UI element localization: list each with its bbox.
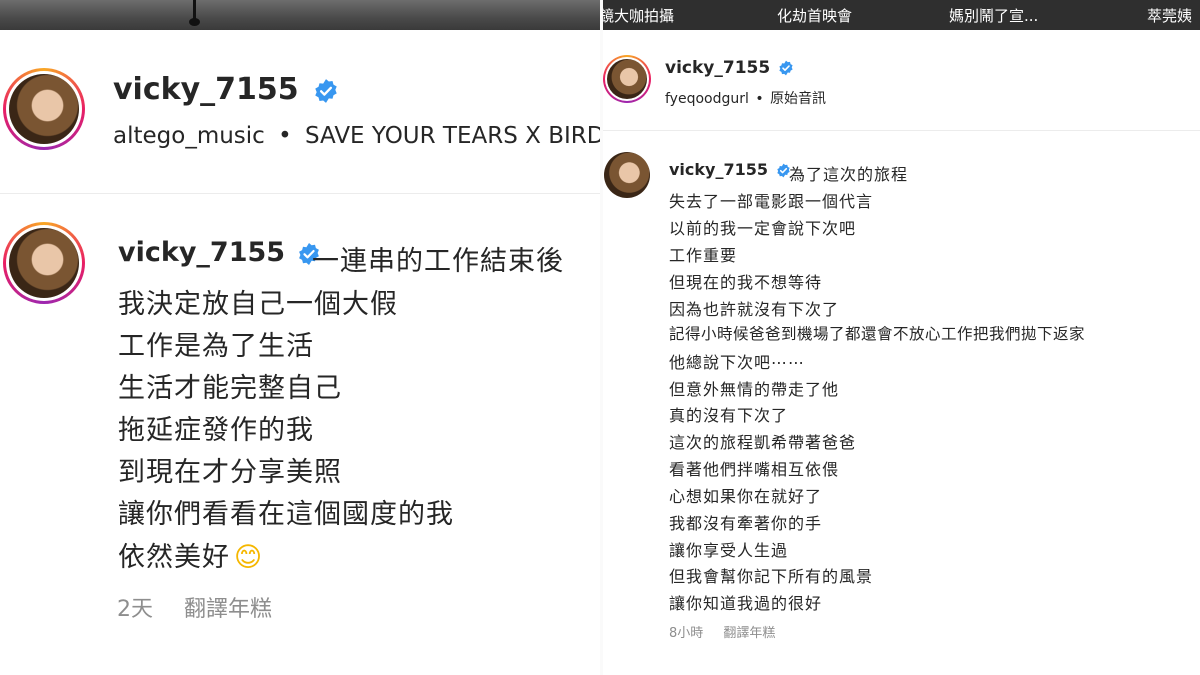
- strip-item[interactable]: 萃莞姨: [1147, 5, 1192, 26]
- left-post-panel: vicky_7155 altego_music • SAVE YOUR TEAR…: [0, 0, 600, 675]
- post-time: 8小時: [669, 626, 704, 641]
- post-author-username[interactable]: vicky_7155: [665, 58, 770, 78]
- caption-line: 生活才能完整自己: [118, 373, 342, 404]
- caption-line-last: 依然美好 😊: [118, 535, 263, 574]
- top-story-strip: 鏡大咖拍攝 化劫首映會 媽別鬧了宣... 萃莞姨: [603, 0, 1200, 30]
- avatar[interactable]: [603, 55, 651, 103]
- caption-line: 我決定放自己一個大假: [118, 289, 398, 320]
- audio-title[interactable]: SAVE YOUR TEARS X BIRD: [305, 123, 600, 149]
- separator-dot: •: [278, 123, 292, 149]
- strip-item[interactable]: 化劫首映會: [777, 5, 852, 26]
- caption-line: 因為也許就沒有下次了: [669, 300, 840, 319]
- caption-line: 看著他們拌嘴相互依偎: [669, 460, 840, 479]
- caption-line: 到現在才分享美照: [118, 457, 342, 488]
- translate-link[interactable]: 翻譯年糕: [723, 626, 775, 641]
- audio-source[interactable]: altego_music: [113, 123, 265, 149]
- caption-author[interactable]: vicky_7155: [118, 237, 321, 268]
- caption-line: 但意外無情的帶走了他: [669, 380, 840, 399]
- caption-meta: 8小時 翻譯年糕: [669, 622, 775, 641]
- caption-line: 記得小時候爸爸到機場了都還會不放心工作把我們拋下返家: [669, 325, 1086, 343]
- caption-line: 但現在的我不想等待: [669, 273, 823, 292]
- avatar[interactable]: [3, 68, 85, 150]
- smiling-face-emoji: 😊: [234, 542, 264, 573]
- audio-attribution[interactable]: altego_music • SAVE YOUR TEARS X BIRD: [113, 123, 600, 149]
- post-photo-strip: [0, 0, 600, 30]
- caption-line: 我都沒有牽著你的手: [669, 514, 823, 533]
- caption-line: 他總說下次吧⋯⋯: [669, 353, 806, 372]
- caption-line: 心想如果你在就好了: [669, 487, 823, 506]
- caption-line: 以前的我一定會說下次吧: [669, 219, 857, 238]
- divider: [0, 193, 600, 194]
- caption-line: 真的沒有下次了: [669, 406, 789, 425]
- strip-item[interactable]: 鏡大咖拍攝: [603, 5, 674, 26]
- caption-avatar[interactable]: [604, 152, 650, 198]
- caption-author[interactable]: vicky_7155: [669, 160, 791, 179]
- audio-attribution[interactable]: fyeqoodgurl • 原始音訊: [665, 88, 826, 108]
- caption-line: 但我會幫你記下所有的風景: [669, 567, 874, 586]
- caption-meta: 2天 翻譯年糕: [117, 591, 272, 623]
- caption-line: 依然美好: [118, 542, 230, 573]
- caption-line: 失去了一部電影跟一個代言: [669, 192, 874, 211]
- post-author[interactable]: vicky_7155: [113, 72, 339, 107]
- verified-badge-icon: [779, 60, 793, 76]
- audio-title[interactable]: 原始音訊: [770, 91, 826, 107]
- post-author-username[interactable]: vicky_7155: [113, 72, 299, 107]
- caption-line: 工作重要: [669, 246, 738, 265]
- right-post-panel: 鏡大咖拍攝 化劫首映會 媽別鬧了宣... 萃莞姨 vicky_7155 fyeq…: [603, 0, 1200, 675]
- caption-line: 工作是為了生活: [118, 331, 314, 362]
- caption-line: 這次的旅程凱希帶著爸爸: [669, 433, 857, 452]
- lamp-pole-base: [189, 18, 200, 26]
- caption-line: 讓你享受人生過: [669, 541, 789, 560]
- separator-dot: •: [755, 91, 764, 107]
- caption-line: 讓你知道我過的很好: [669, 594, 823, 613]
- post-time: 2天: [117, 597, 153, 622]
- caption-line: 一連串的工作結束後: [312, 246, 564, 277]
- caption-line: 讓你們看看在這個國度的我: [118, 499, 454, 530]
- caption-line: 拖延症發作的我: [118, 415, 314, 446]
- caption-avatar[interactable]: [3, 222, 85, 304]
- caption-line: 為了這次的旅程: [789, 165, 909, 184]
- caption-author-username[interactable]: vicky_7155: [118, 237, 285, 268]
- audio-source[interactable]: fyeqoodgurl: [665, 91, 749, 107]
- caption-author-username[interactable]: vicky_7155: [669, 160, 768, 179]
- strip-item[interactable]: 媽別鬧了宣...: [949, 5, 1038, 26]
- verified-badge-icon: [315, 78, 337, 103]
- post-author[interactable]: vicky_7155: [665, 58, 794, 78]
- divider: [603, 130, 1200, 131]
- translate-link[interactable]: 翻譯年糕: [184, 597, 272, 622]
